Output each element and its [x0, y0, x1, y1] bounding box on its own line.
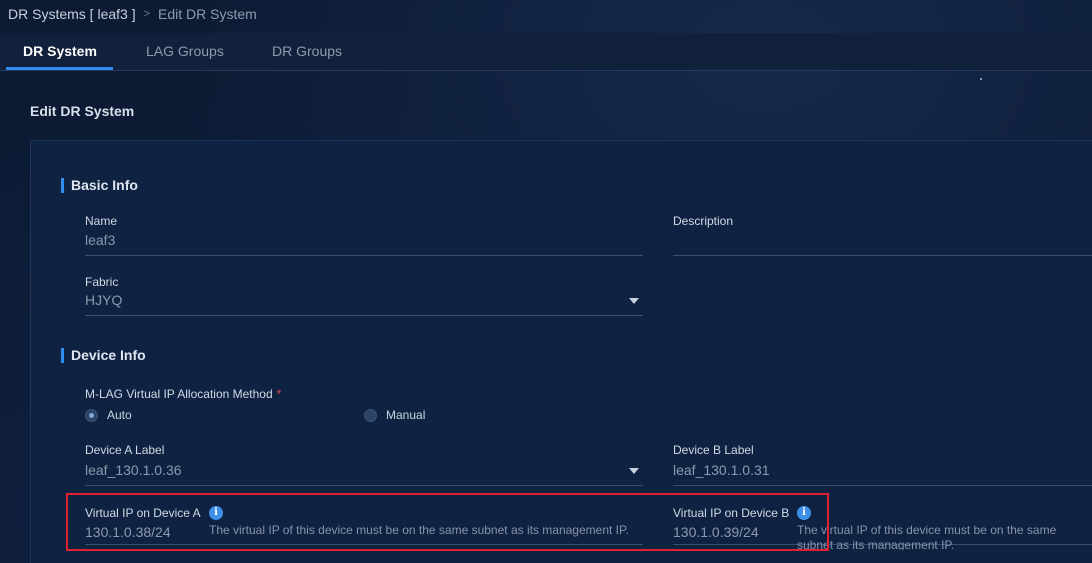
device-info-heading: Device Info — [61, 347, 146, 363]
fabric-value: HJYQ — [85, 292, 123, 308]
breadcrumb-parent[interactable]: DR Systems [ leaf3 ] — [8, 6, 136, 22]
background-star — [980, 78, 982, 80]
highlight-annotation-box — [66, 493, 829, 551]
radio-auto-label: Auto — [107, 408, 132, 422]
name-value: leaf3 — [85, 232, 116, 248]
virtual-ip-b-hint: The virtual IP of this device must be on… — [797, 523, 1057, 550]
breadcrumb-separator: > — [143, 8, 151, 20]
device-b-label: Device B Label — [673, 443, 754, 457]
basic-info-heading: Basic Info — [61, 177, 138, 193]
chevron-down-icon[interactable] — [629, 468, 639, 474]
active-tab-indicator — [6, 67, 113, 70]
allocation-method-label: M-LAG Virtual IP Allocation Method * — [85, 387, 281, 401]
device-b-value: leaf_130.1.0.31 — [673, 462, 770, 478]
radio-manual-label: Manual — [386, 408, 426, 422]
tab-lag-groups[interactable]: LAG Groups — [146, 33, 224, 71]
name-label: Name — [85, 214, 118, 228]
chevron-down-icon[interactable] — [629, 298, 639, 304]
device-a-label: Device A Label — [85, 443, 165, 457]
device-a-select[interactable]: leaf_130.1.0.36 — [85, 458, 643, 486]
radio-selected-icon[interactable] — [85, 408, 98, 422]
name-field[interactable]: leaf3 — [85, 228, 643, 256]
tab-dr-system[interactable]: DR System — [23, 33, 97, 71]
description-field[interactable] — [673, 228, 1092, 256]
fabric-label: Fabric — [85, 275, 119, 289]
description-label: Description — [673, 214, 734, 228]
tab-dr-groups[interactable]: DR Groups — [272, 33, 342, 71]
radio-unselected-icon[interactable] — [364, 408, 377, 422]
allocation-method-text: M-LAG Virtual IP Allocation Method — [85, 387, 273, 401]
breadcrumb-current: Edit DR System — [158, 6, 257, 22]
tab-bar: DR System LAG Groups DR Groups — [0, 33, 1092, 71]
fabric-select[interactable]: HJYQ — [85, 288, 643, 316]
breadcrumb: DR Systems [ leaf3 ] > Edit DR System — [8, 5, 257, 23]
required-asterisk: * — [276, 387, 282, 401]
radio-auto[interactable]: Auto — [85, 408, 132, 422]
page-title: Edit DR System — [30, 103, 135, 119]
device-b-select[interactable]: leaf_130.1.0.31 — [673, 458, 1092, 486]
device-a-value: leaf_130.1.0.36 — [85, 462, 182, 478]
radio-manual[interactable]: Manual — [364, 408, 425, 422]
